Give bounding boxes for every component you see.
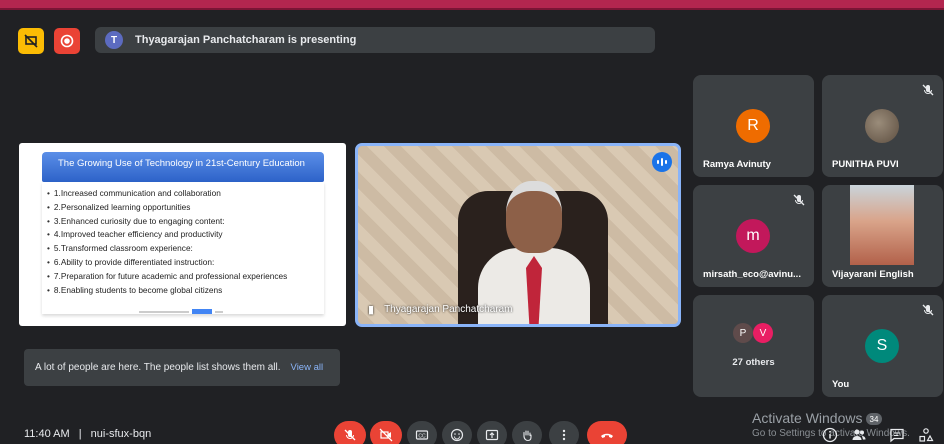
avatar: S (865, 329, 899, 363)
more-vert-icon (562, 429, 566, 441)
slide-list-item: 8.Enabling students to become global cit… (47, 284, 287, 298)
slide-list-item: 3.Enhanced curiosity due to engaging con… (47, 215, 287, 229)
window-top-strip (0, 0, 944, 10)
mic-off-icon (922, 304, 934, 316)
slide-list-item: 4.Improved teacher efficiency and produc… (47, 228, 287, 242)
clock: 11:40 AM (24, 428, 70, 440)
chat-icon[interactable] (889, 427, 905, 443)
info-icon[interactable] (822, 427, 838, 443)
leave-call-button[interactable] (587, 421, 627, 444)
svg-text:CC: CC (418, 434, 426, 440)
participant-tile-you[interactable]: S You (822, 295, 943, 397)
camera-off-icon (379, 428, 393, 442)
hand-icon (523, 430, 532, 442)
presenter-video-tile[interactable]: ▮ Thyagarajan Panchatcharam (355, 143, 681, 327)
captions-icon: CC (415, 430, 429, 440)
participant-name: Ramya Avinuty (703, 159, 771, 170)
presentation-off-icon (24, 34, 38, 48)
record-icon (60, 34, 74, 48)
avatar: P (733, 323, 753, 343)
activities-icon[interactable] (918, 427, 934, 443)
more-options-button[interactable] (549, 421, 579, 444)
avatar: V (753, 323, 773, 343)
slide-list-item: 1.Increased communication and collaborat… (47, 187, 287, 201)
participant-name: You (832, 379, 850, 390)
participant-tile-mirsath[interactable]: m mirsath_eco@avinu... (693, 185, 814, 287)
view-all-link[interactable]: View all (291, 362, 324, 373)
mic-toggle-button[interactable] (334, 421, 366, 444)
slide-list-item: 7.Preparation for future academic and pr… (47, 270, 287, 284)
camera-toggle-button[interactable] (370, 421, 402, 444)
hand-raise-indicator[interactable] (18, 28, 44, 54)
presenting-text: Thyagarajan Panchatcharam is presenting (135, 34, 357, 46)
reactions-button[interactable] (442, 421, 472, 444)
presenter-name-label: ▮ Thyagarajan Panchatcharam (368, 303, 512, 316)
slide-list-item: 5.Transformed classroom experience: (47, 242, 287, 256)
participant-tile-punitha[interactable]: PUNITHA PUVI (822, 75, 943, 177)
present-icon (485, 429, 499, 441)
shared-slide[interactable]: The Growing Use of Technology in 21st-Ce… (19, 143, 346, 326)
avatar: R (736, 109, 770, 143)
mic-off-icon (922, 84, 934, 96)
mic-off-icon (793, 194, 805, 206)
participant-tile-vijayarani[interactable]: Vijayarani English (822, 185, 943, 287)
speaking-indicator-icon (652, 152, 672, 172)
hang-up-icon (601, 433, 613, 438)
captions-button[interactable]: CC (407, 421, 437, 444)
participant-tile-others[interactable]: P V 27 others (693, 295, 814, 397)
presentation-icon: ▮ (368, 304, 375, 316)
slide-footer (139, 309, 229, 314)
slide-list: 1.Increased communication and collaborat… (47, 187, 287, 297)
avatar-photo (865, 109, 899, 143)
present-button[interactable] (477, 421, 507, 444)
slide-list-item: 6.Ability to provide differentiated inst… (47, 256, 287, 270)
meeting-info: 11:40 AM | nui-sfux-bqn (24, 428, 151, 440)
recording-indicator[interactable] (54, 28, 80, 54)
presenting-banner: T Thyagarajan Panchatcharam is presentin… (95, 27, 655, 53)
people-notice: A lot of people are here. The people lis… (24, 349, 340, 386)
separator: | (78, 428, 82, 440)
participant-count-badge: 34 (866, 413, 882, 425)
presenter-avatar: T (105, 31, 123, 49)
raise-hand-button[interactable] (512, 421, 542, 444)
presenter-name: Thyagarajan Panchatcharam (384, 304, 513, 315)
participant-name: mirsath_eco@avinu... (703, 269, 801, 280)
people-icon[interactable] (851, 427, 867, 443)
participant-name: Vijayarani English (832, 269, 914, 280)
participant-tile-ramya[interactable]: R Ramya Avinuty (693, 75, 814, 177)
emoji-icon (450, 428, 464, 442)
activate-windows-title: Activate Windows (752, 410, 863, 426)
notice-text: A lot of people are here. The people lis… (35, 362, 281, 373)
mic-off-icon (344, 429, 356, 441)
slide-list-item: 2.Personalized learning opportunities (47, 201, 287, 215)
others-count: 27 others (732, 357, 775, 368)
slide-title: The Growing Use of Technology in 21st-Ce… (42, 152, 324, 182)
avatar: m (736, 219, 770, 253)
participant-name: PUNITHA PUVI (832, 159, 899, 170)
meeting-code: nui-sfux-bqn (90, 428, 152, 440)
participant-video (850, 185, 914, 265)
